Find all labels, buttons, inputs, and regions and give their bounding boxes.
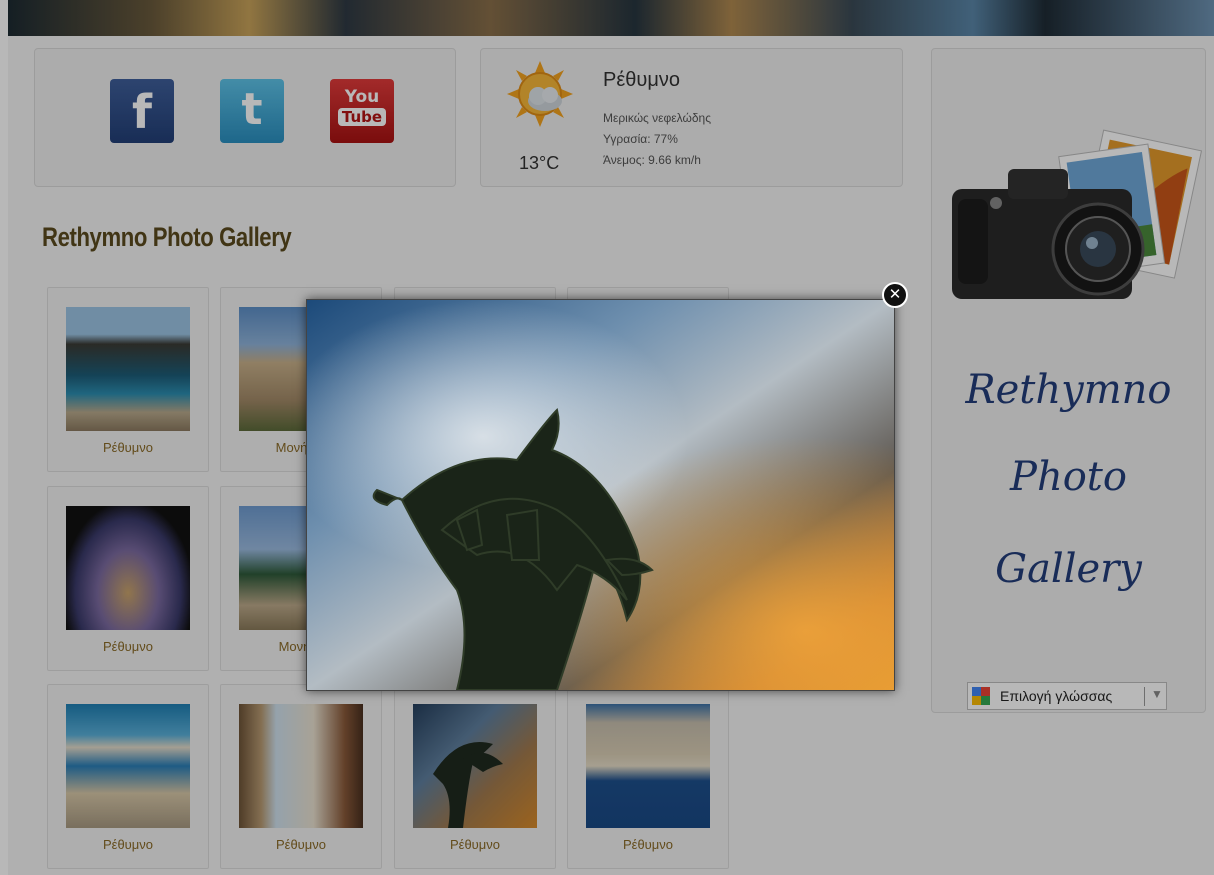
dolphin-statue-photo <box>307 300 894 690</box>
close-icon[interactable]: ✕ <box>882 282 908 308</box>
lightbox-image <box>306 299 895 691</box>
